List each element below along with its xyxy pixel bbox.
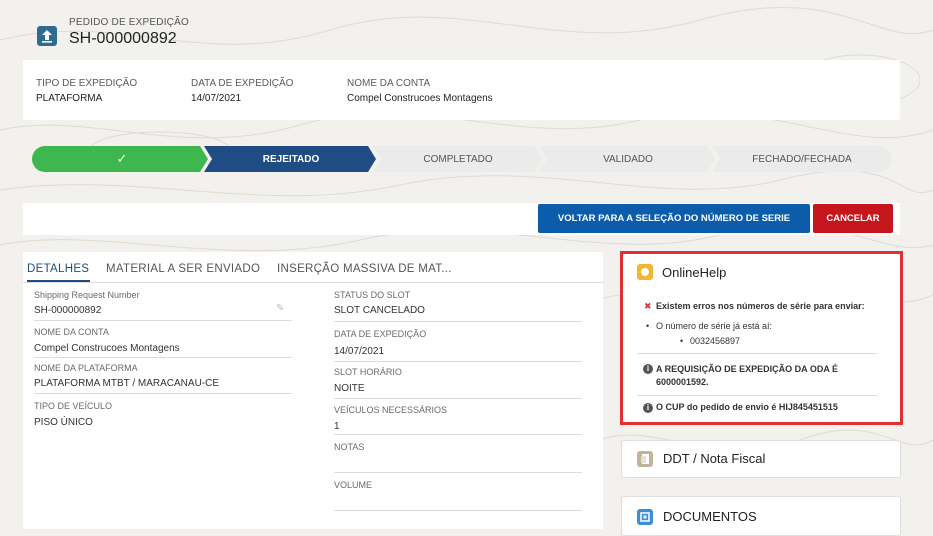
- field-value: 14/07/2021: [334, 346, 385, 357]
- field-label: SLOT HORÁRIO: [334, 367, 402, 377]
- field-value: PLATAFORMA MTBT / MARACANAU-CE: [34, 378, 220, 389]
- highlight-account-name: NOME DA CONTA Compel Construcoes Montage…: [347, 78, 493, 104]
- documentos-icon: [637, 509, 653, 525]
- highlight-value: 14/07/2021: [191, 93, 242, 104]
- info-icon: i: [643, 403, 653, 413]
- field-value: Compel Construcoes Montagens: [34, 343, 180, 354]
- field-value: SH-000000892: [34, 305, 102, 316]
- highlight-label: TIPO DE EXPEDIÇÃO: [36, 78, 138, 89]
- path-step-completed[interactable]: ✓: [42, 146, 202, 172]
- field-value: NOITE: [334, 383, 365, 394]
- field-value: PISO ÚNICO: [34, 417, 93, 428]
- bullet-icon: •: [646, 321, 650, 331]
- field-label: NOTAS: [334, 442, 365, 452]
- back-to-serial-selection-button[interactable]: VOLTAR PARA A SELEÇÃO DO NÚMERO DE SERIE: [538, 204, 810, 233]
- edit-pencil-icon[interactable]: ✎: [276, 303, 284, 314]
- highlight-shipping-type: TIPO DE EXPEDIÇÃO PLATAFORMA: [36, 78, 137, 104]
- tab-detalhes[interactable]: DETALHES: [27, 263, 89, 275]
- info-icon: i: [643, 364, 653, 374]
- field-divider: [34, 357, 292, 358]
- online-help-title: OnlineHelp: [662, 265, 727, 280]
- highlight-value: PLATAFORMA: [36, 93, 103, 104]
- field-label: VEÍCULOS NECESSÁRIOS: [334, 405, 448, 415]
- status-path: ✓ REJEITADO COMPLETADO VALIDADO FECHADO/…: [32, 146, 892, 172]
- field-divider: [334, 398, 582, 399]
- highlight-label: DATA DE EXPEDIÇÃO: [191, 78, 294, 89]
- field-divider: [334, 361, 582, 362]
- field-label: TIPO DE VEÍCULO: [34, 401, 113, 411]
- bullet-icon: •: [680, 336, 684, 346]
- tab-material[interactable]: MATERIAL A SER ENVIADO: [106, 263, 260, 275]
- highlights-panel: TIPO DE EXPEDIÇÃO PLATAFORMA DATA DE EXP…: [23, 60, 900, 120]
- field-label: STATUS DO SLOT: [334, 290, 411, 300]
- field-label: VOLUME: [334, 480, 373, 490]
- help-divider: [637, 395, 877, 396]
- tabs-divider: [23, 282, 603, 283]
- path-step-rejeitado[interactable]: REJEITADO: [208, 146, 374, 172]
- field-label: Shipping Request Number: [34, 290, 140, 300]
- path-step-completado[interactable]: COMPLETADO: [377, 146, 539, 172]
- field-value: SLOT CANCELADO: [334, 305, 425, 316]
- field-divider: [334, 472, 582, 473]
- cancel-button[interactable]: CANCELAR: [813, 204, 893, 233]
- error-serial: 0032456897: [690, 336, 741, 346]
- info-oda: A REQUISIÇÃO DE EXPEDIÇÃO DA ODA É 60000…: [656, 364, 839, 387]
- field-label: NOME DA PLATAFORMA: [34, 363, 138, 373]
- documentos-title[interactable]: DOCUMENTOS: [663, 509, 757, 524]
- highlight-value: Compel Construcoes Montagens: [347, 93, 493, 104]
- highlight-label: NOME DA CONTA: [347, 78, 431, 89]
- record-type-label: PEDIDO DE EXPEDIÇÃO: [69, 17, 189, 28]
- ddt-document-icon: [637, 451, 653, 467]
- field-label: NOME DA CONTA: [34, 327, 109, 337]
- error-title: Existem erros nos números de série para …: [656, 301, 865, 311]
- ddt-title[interactable]: DDT / Nota Fiscal: [663, 451, 765, 466]
- field-divider: [334, 321, 582, 322]
- help-divider: [637, 353, 877, 354]
- error-item: O número de série já está aí:: [656, 321, 773, 331]
- path-step-fechado[interactable]: FECHADO/FECHADA: [718, 146, 886, 172]
- highlight-shipping-date: DATA DE EXPEDIÇÃO 14/07/2021: [191, 78, 293, 104]
- path-step-validado[interactable]: VALIDADO: [544, 146, 712, 172]
- field-divider: [34, 393, 292, 394]
- online-help-icon: [637, 264, 653, 280]
- field-divider: [334, 434, 582, 435]
- shipment-icon: [37, 26, 57, 46]
- field-divider: [334, 510, 582, 511]
- info-cup: O CUP do pedido de envio é HIJ845451515: [656, 402, 838, 412]
- error-icon: ✖: [644, 301, 652, 311]
- field-divider: [34, 320, 292, 321]
- record-name: SH-000000892: [69, 30, 177, 47]
- field-label: DATA DE EXPEDIÇÃO: [334, 329, 427, 339]
- tab-insercao-massiva[interactable]: INSERÇÃO MASSIVA DE MAT...: [277, 263, 452, 275]
- field-value: 1: [334, 421, 340, 432]
- record-header: PEDIDO DE EXPEDIÇÃO SH-000000892: [23, 8, 900, 52]
